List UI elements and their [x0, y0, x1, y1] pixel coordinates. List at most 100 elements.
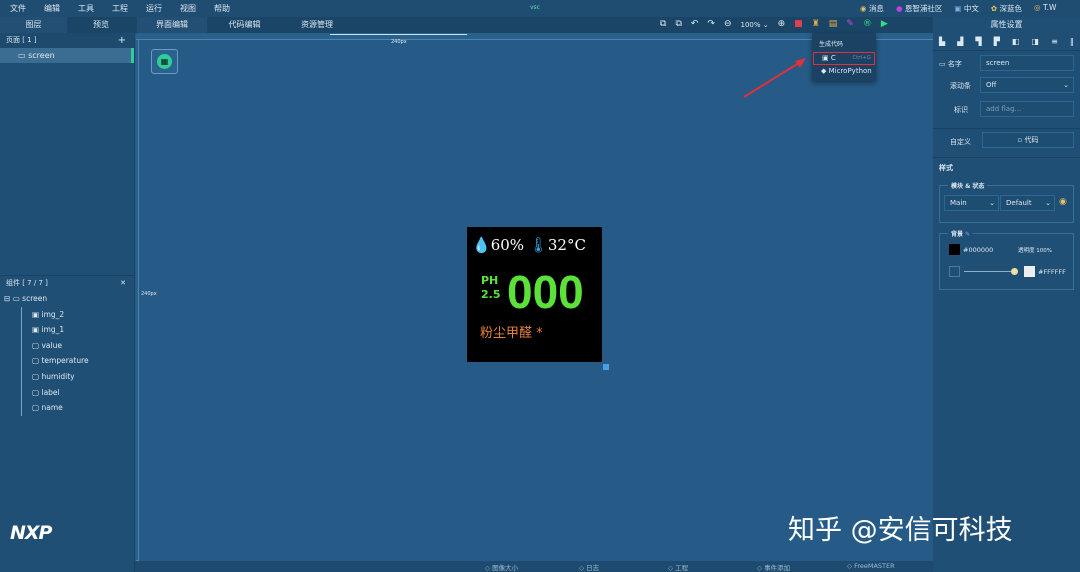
generate-code-icon[interactable]: ▤ [829, 19, 838, 31]
text-icon: ▢ [32, 371, 40, 381]
thermometer-icon: 🌡 [528, 236, 548, 254]
menu-tools[interactable]: 工具 [78, 3, 94, 14]
settings-wrench-icon[interactable]: ✎ [846, 19, 854, 31]
bottom-tab-image-size[interactable]: ◇ 图像大小 [485, 562, 518, 572]
redo-icon[interactable]: ↷ [707, 19, 715, 31]
zoom-out-icon[interactable]: ⊖ [724, 19, 732, 31]
left-panel: 页面 [ 1 ] + ▭ screen 组件 [ 7 / 7 ] ✕ ⊟ ▭ s… [0, 33, 135, 572]
distribute-v-icon[interactable]: ‖ [1070, 33, 1074, 50]
menu-item-c[interactable]: ▣ C Ctrl+G [813, 52, 875, 65]
bottom-tab-log[interactable]: ◇ 日志 [579, 562, 599, 572]
opacity-label: 透明度 100% [1018, 246, 1052, 254]
c-icon: ▣ [822, 54, 829, 62]
menu-run[interactable]: 运行 [146, 3, 162, 14]
slider-handle[interactable] [1011, 268, 1018, 275]
code-button[interactable]: ▫ 代码 [982, 132, 1074, 148]
part-select[interactable]: Main ⌄ [944, 195, 999, 211]
send-back-icon[interactable]: ⧉ [675, 19, 681, 31]
menu-edit[interactable]: 编辑 [44, 3, 60, 14]
menu-item-micropython[interactable]: ◆ MicroPython [812, 65, 876, 78]
language-label: 中文 [963, 4, 979, 13]
tree-item-label: temperature [41, 356, 89, 366]
grid-icon: ▦ [157, 54, 172, 69]
tree-item[interactable]: ▣ img_2 [22, 307, 134, 323]
tree-root-label: screen [22, 294, 48, 303]
name-label: ▭ 名字 [939, 59, 962, 69]
community-link[interactable]: ● 恩智浦社区 [896, 3, 942, 14]
scroll-select[interactable]: Off ⌄ [980, 77, 1074, 93]
align-middle-icon[interactable]: ◧ [1012, 33, 1020, 50]
state-select[interactable]: Default ⌄ [1000, 195, 1055, 211]
menu-file[interactable]: 文件 [10, 3, 26, 14]
undo-icon[interactable]: ↶ [691, 19, 699, 31]
text-icon: ▢ [32, 387, 40, 397]
app-badge: vsc [530, 4, 540, 11]
zoom-select[interactable]: 100% ⌄ [741, 19, 769, 31]
resize-handle[interactable] [603, 364, 609, 370]
code-icon: ▫ [1017, 136, 1023, 144]
clean-icon[interactable]: ♜ [812, 19, 820, 31]
tree-item[interactable]: ▣ img_1 [22, 322, 134, 338]
tab-layers[interactable]: 图层 [0, 17, 67, 33]
bottom-tab-events[interactable]: ◇ 事件添加 [757, 562, 790, 572]
vertical-ruler [136, 40, 139, 561]
messages-link[interactable]: ◉ 消息 [860, 3, 884, 14]
bottom-tab-label: 工程 [675, 564, 689, 572]
bottom-tab-project[interactable]: ◇ 工程 [668, 562, 688, 572]
bring-front-icon[interactable]: ⧉ [660, 19, 666, 31]
distribute-h-icon[interactable]: ≡ [1051, 33, 1058, 50]
collapse-toggle-icon[interactable]: ⊟ [4, 294, 10, 303]
align-top-icon[interactable]: ▛ [994, 33, 1000, 50]
zoom-in-icon[interactable]: ⊕ [778, 19, 786, 31]
tab-code-editor[interactable]: 代码编辑 [207, 17, 282, 33]
tree-item[interactable]: ▢ temperature [22, 353, 134, 369]
grad-color-swatch[interactable] [1024, 266, 1035, 277]
stop-icon[interactable]: ■ [794, 19, 803, 31]
align-left-icon[interactable]: ▙ [939, 33, 945, 50]
screen-thumbnail[interactable]: ▦ [151, 49, 178, 74]
page-item-screen[interactable]: ▭ screen [0, 48, 134, 63]
tree-item[interactable]: ▢ humidity [22, 369, 134, 385]
page-label: screen [28, 51, 55, 60]
menu-project[interactable]: 工程 [112, 3, 128, 14]
bg-color-value: #000000 [963, 246, 994, 254]
align-right-icon[interactable]: ▜ [975, 33, 981, 50]
menu-view[interactable]: 视图 [180, 3, 196, 14]
user-link[interactable]: ◎ T.W [1034, 3, 1056, 14]
gradient-slider[interactable] [964, 271, 1014, 272]
flag-label: 标识 [954, 106, 968, 114]
bg-color-swatch[interactable] [949, 244, 960, 255]
add-page-button[interactable]: + [118, 33, 126, 48]
scroll-value: Off [986, 81, 997, 89]
python-icon: ◆ [821, 67, 827, 75]
tree-item-label: img_1 [41, 325, 65, 335]
language-link[interactable]: ▣ 中文 [954, 3, 978, 14]
tab-preview[interactable]: 预览 [67, 17, 135, 33]
tab-resources[interactable]: 资源管理 [282, 17, 352, 33]
menu-help[interactable]: 帮助 [214, 3, 230, 14]
menu-title: 生成代码 [819, 41, 844, 48]
run-icon[interactable]: ▶ [881, 19, 888, 31]
name-input[interactable]: screen [980, 55, 1074, 71]
align-bottom-icon[interactable]: ◨ [1032, 33, 1040, 50]
eye-icon[interactable]: ◉ [1059, 197, 1067, 207]
value-text: 000 [507, 266, 584, 318]
tab-bar: 图层 预览 界面编辑 代码编辑 资源管理 ⧉ ⧉ ↶ ↷ ⊖ 100% ⌄ ⊕ … [0, 17, 1080, 33]
gradient-toggle[interactable] [949, 266, 960, 277]
watermark: 知乎 @安信可科技 [788, 515, 1013, 546]
pages-title: 页面 [ 1 ] [6, 36, 37, 44]
bottom-tab-freemaster[interactable]: ◇ FreeMASTER [847, 562, 895, 570]
tab-ui-editor[interactable]: 界面编辑 [137, 17, 207, 33]
tree-root[interactable]: ⊟ ▭ screen [0, 291, 134, 307]
align-center-icon[interactable]: ▟ [957, 33, 963, 50]
tree-item[interactable]: ▢ value [22, 338, 134, 354]
flag-input[interactable]: add flag... [980, 101, 1074, 117]
device-screen[interactable]: 💧60% 🌡32°C PH 2.5 000 粉尘甲醛 * [467, 227, 602, 362]
humidity-text: 60% [490, 236, 525, 254]
collapse-icon[interactable]: ✕ [120, 276, 126, 291]
shortcut-label: Ctrl+G [852, 55, 871, 61]
tree-item[interactable]: ▢ name [22, 400, 134, 416]
tree-item[interactable]: ▢ label [22, 385, 134, 401]
theme-link[interactable]: ✿ 深蓝色 [991, 3, 1022, 14]
register-icon[interactable]: ® [863, 19, 872, 31]
